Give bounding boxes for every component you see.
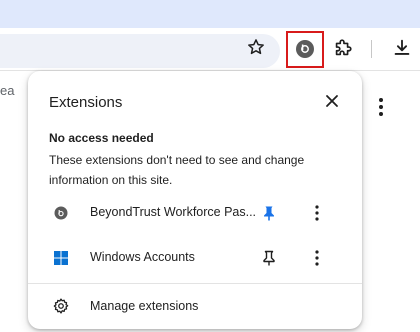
toolbar-separator xyxy=(371,40,372,58)
puzzle-piece-icon[interactable] xyxy=(332,37,354,59)
pin-filled-icon[interactable] xyxy=(260,204,278,222)
close-icon[interactable] xyxy=(323,92,341,110)
page-more-icon[interactable] xyxy=(374,94,388,120)
more-options-icon[interactable] xyxy=(310,247,324,269)
address-bar[interactable] xyxy=(0,34,280,68)
extension-name: Windows Accounts xyxy=(90,250,195,264)
extension-name: BeyondTrust Workforce Pas... xyxy=(90,205,257,219)
extension-row-windows-accounts[interactable]: Windows Accounts xyxy=(28,238,362,278)
windows-icon xyxy=(54,251,68,265)
beyondtrust-extension-icon[interactable] xyxy=(294,38,316,60)
beyondtrust-icon xyxy=(54,206,68,220)
star-icon[interactable] xyxy=(246,37,266,57)
popup-title: Extensions xyxy=(49,94,123,111)
section-title: No access needed xyxy=(49,131,154,145)
tab-strip: ▔ xyxy=(0,0,420,28)
extensions-popup: Extensions No access needed These extens… xyxy=(28,71,362,329)
tab-edge-glyph: ▔ xyxy=(408,0,418,9)
more-options-icon[interactable] xyxy=(310,202,324,224)
manage-extensions-button[interactable]: Manage extensions xyxy=(28,287,362,325)
section-description: These extensions don't need to see and c… xyxy=(49,153,305,187)
extension-row-beyondtrust[interactable]: BeyondTrust Workforce Pas... xyxy=(28,193,362,233)
download-icon[interactable] xyxy=(391,37,413,59)
popup-divider xyxy=(28,283,362,284)
page-partial-text: ea xyxy=(0,83,15,98)
pin-outline-icon[interactable] xyxy=(260,249,278,267)
manage-extensions-label: Manage extensions xyxy=(90,299,199,313)
browser-toolbar xyxy=(0,28,420,71)
gear-icon xyxy=(53,298,69,314)
